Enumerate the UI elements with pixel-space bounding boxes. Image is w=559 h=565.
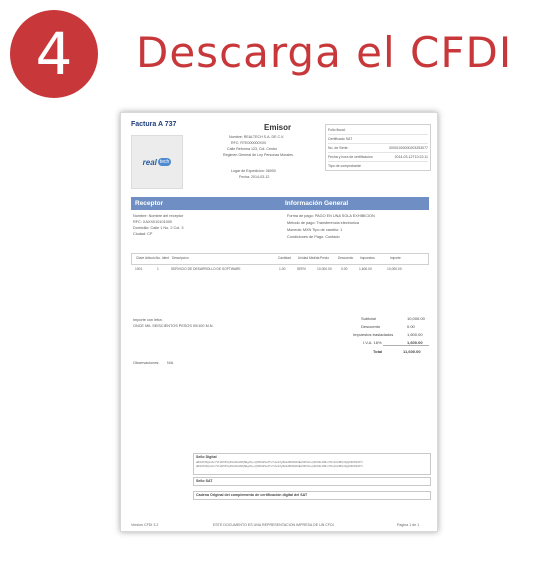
logo-word: real xyxy=(142,157,157,167)
column-header: Clave Articulo xyxy=(136,256,156,260)
totals-label: I.V.A. 16% xyxy=(363,340,382,345)
notes-label: Observaciones: xyxy=(133,361,160,365)
emisor-title: Emisor xyxy=(264,123,292,132)
general-field: Condiciones de Pago: Contado xyxy=(287,235,340,239)
footer-version: Version CFDI 3.2 xyxy=(131,523,159,527)
step-number-badge: 4 xyxy=(10,10,98,98)
totals-value: 1,600.00 xyxy=(407,332,423,337)
general-field: Moneda: MXN Tipo de cambio: 1 xyxy=(287,228,343,232)
total-value: 11,600.00 xyxy=(403,349,421,354)
receptor-field: Ciudad: CP xyxy=(133,232,153,236)
receptor-field: RFC: XAXX010101000 xyxy=(133,220,173,224)
column-header: Descuento xyxy=(338,256,354,260)
totals-value: 10,000.00 xyxy=(407,316,425,321)
digital-seal-text-2: aB3xK9fQm2Lr7Vt1Wz8Yp4Nc6Hs0Dj5Eg/Ku+Ql3… xyxy=(196,464,363,468)
totals-label: Impuestos trasladados xyxy=(353,332,394,337)
table-row: 1001 1 SERVICIO DE DESARROLLO DE SOFTWAR… xyxy=(135,267,402,271)
column-header: Importe xyxy=(390,256,401,260)
step-number: 4 xyxy=(35,20,73,88)
info-row: Fecha y hora de certificacion 2014-03-12T… xyxy=(328,153,428,162)
footer-disclaimer: ESTE DOCUMENTO ES UNA REPRESENTACION IMP… xyxy=(213,523,334,527)
sat-seal-box: Sello SAT xyxy=(193,477,431,486)
totals-value: 0.00 xyxy=(407,324,415,329)
amount-words: ONCE MIL SEISCIENTOS PESOS 00/100 M.N. xyxy=(133,324,214,328)
column-header: Precio xyxy=(320,256,330,260)
logo-pill: tech xyxy=(157,158,172,166)
digital-seal-title: Sello Digital xyxy=(196,455,217,459)
emisor-line: Nombre: REALTECH S.A. DE C.V. xyxy=(229,135,285,139)
column-header: No. Ident xyxy=(156,256,169,260)
emisor-line: RFC: RTE000000XX0 xyxy=(231,141,267,145)
amount-words-label: Importe con letra: xyxy=(133,318,163,322)
column-header: Impuestos xyxy=(360,256,375,260)
footer-page: Pagina 1 de 1 xyxy=(397,523,420,527)
emisor-line: Regimen General de Ley Personas Morales xyxy=(223,153,293,157)
info-row: Tipo de comprobante xyxy=(328,164,361,168)
step-title: Descarga el CFDI xyxy=(136,28,513,77)
totals-divider xyxy=(383,345,429,346)
emisor-line: Lugar de Expedicion: 06000 xyxy=(231,169,276,173)
column-header: Descripcion xyxy=(172,256,189,260)
info-row: Folio fiscal: xyxy=(328,126,428,135)
concepts-table-header: Clave Articulo No. Ident Descripcion Can… xyxy=(131,253,429,265)
original-chain-title: Cadena Original del complemento de certi… xyxy=(196,493,308,497)
invoice-document[interactable]: Factura A 737 real tech Emisor Nombre: RE… xyxy=(120,112,438,532)
notes-value: N/A xyxy=(167,361,174,365)
digital-seal-box: Sello Digital aB3xK9fQm2Lr7Vt1Wz8Yp4Nc6H… xyxy=(193,453,431,475)
sat-seal-title: Sello SAT xyxy=(196,479,213,483)
emisor-line: Calle Reforma 123, Col. Centro xyxy=(227,147,278,151)
invoice-title: Factura A 737 xyxy=(131,121,177,128)
general-info-header: Información General xyxy=(281,197,429,210)
emisor-line: Fecha: 2014-03-12 xyxy=(239,175,270,179)
totals-label: Subtotal xyxy=(361,316,376,321)
general-field: Metodo de pago: Transferencia electronic… xyxy=(287,221,359,225)
certificate-info-box: Folio fiscal: Certificado SAT No. de Ser… xyxy=(325,124,431,171)
column-header: Unidad Medida xyxy=(298,256,320,260)
total-label: Total xyxy=(373,349,383,354)
receptor-header: Receptor xyxy=(131,197,281,210)
general-field: Forma de pago: PAGO EN UNA SOLA EXHIBICI… xyxy=(287,214,375,218)
totals-label: Descuento xyxy=(361,324,381,329)
company-logo: real tech xyxy=(131,135,183,189)
info-row: No. de Serie: 00001000000203253077 xyxy=(328,144,428,153)
receptor-field: Domicilio: Calle 1 No. 2 Col. 3 xyxy=(133,226,184,230)
column-header: Cantidad xyxy=(278,256,291,260)
receptor-field: Nombre: Nombre del receptor xyxy=(133,214,184,218)
info-row: Certificado SAT xyxy=(328,135,428,144)
original-chain-box: Cadena Original del complemento de certi… xyxy=(193,491,431,500)
